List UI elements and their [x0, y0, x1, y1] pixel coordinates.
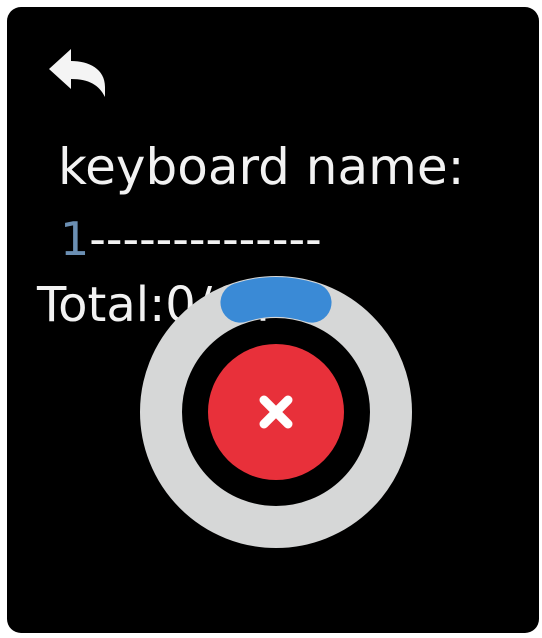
keyboard-name-field[interactable]: 1--------------: [60, 211, 322, 267]
cancel-button[interactable]: [208, 344, 344, 480]
back-button[interactable]: [43, 43, 113, 101]
device-screen: keyboard name: 1-------------- Total:0/6…: [7, 7, 539, 633]
keyboard-name-placeholder: --------------: [89, 212, 322, 266]
keyboard-name-label: keyboard name:: [58, 138, 465, 196]
close-icon: [259, 395, 293, 429]
back-arrow-icon: [49, 49, 105, 97]
progress-arc: [220, 277, 332, 323]
keyboard-name-value: 1: [60, 212, 90, 266]
